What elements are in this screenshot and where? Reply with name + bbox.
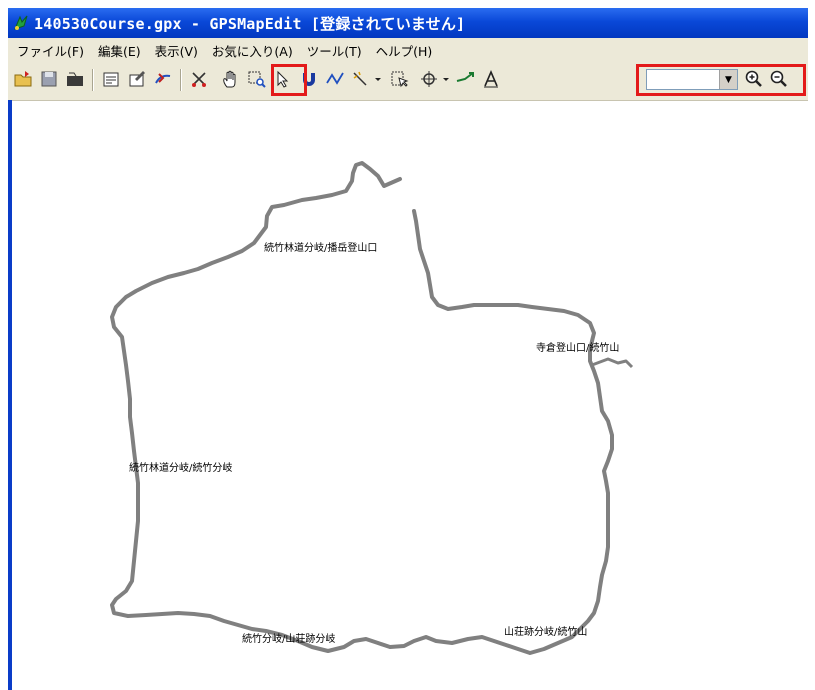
zoom-rect-icon[interactable] — [246, 68, 268, 90]
properties-icon[interactable] — [100, 68, 122, 90]
window-title: 140530Course.gpx - GPSMapEdit [登録されていません… — [34, 14, 466, 33]
map-label-bottom-right[interactable]: 山荘跡分岐/続竹山 — [504, 627, 587, 639]
toolbar-separator — [180, 69, 181, 91]
menu-edit[interactable]: 編集(E) — [93, 41, 146, 60]
gps-track-branch — [591, 357, 634, 369]
edit-props-icon[interactable] — [126, 68, 148, 90]
gps-track — [110, 161, 614, 655]
map-label-bottom-left[interactable]: 続竹分岐/山荘跡分岐 — [242, 634, 335, 646]
dropdown-icon[interactable] — [440, 68, 452, 90]
polyline-icon[interactable] — [324, 68, 346, 90]
map-canvas[interactable]: 続竹林道分岐/播岳登山口 寺倉登山口/続竹山 続竹林道分岐/続竹分岐 続竹分岐/… — [12, 101, 808, 690]
map-label-right-upper[interactable]: 寺倉登山口/続竹山 — [536, 343, 619, 355]
save-icon[interactable] — [38, 68, 60, 90]
map-label-top[interactable]: 続竹林道分岐/播岳登山口 — [264, 243, 377, 255]
menu-view[interactable]: 表示(V) — [150, 41, 203, 60]
menu-tools[interactable]: ツール(T) — [302, 41, 367, 60]
menu-file[interactable]: ファイル(F) — [12, 41, 89, 60]
text-icon[interactable] — [480, 68, 502, 90]
menu-favorites[interactable]: お気に入り(A) — [207, 41, 298, 60]
move-icon[interactable] — [454, 68, 476, 90]
menu-help[interactable]: ヘルプ(H) — [371, 41, 438, 60]
open-icon[interactable] — [12, 68, 34, 90]
select-area-icon[interactable] — [388, 68, 410, 90]
folder-icon[interactable] — [64, 68, 86, 90]
hand-pan-icon[interactable] — [220, 68, 242, 90]
hand-tool-highlight — [271, 64, 307, 96]
wand-icon[interactable] — [350, 68, 372, 90]
map-svg — [110, 161, 634, 655]
cut-icon[interactable] — [188, 68, 210, 90]
convert-icon[interactable] — [152, 68, 174, 90]
map-label-left[interactable]: 続竹林道分岐/続竹分岐 — [129, 463, 232, 475]
toolbar-separator — [92, 69, 93, 91]
toolbar: ▼ — [8, 62, 808, 101]
dropdown-icon[interactable] — [372, 68, 384, 90]
app-window: 140530Course.gpx - GPSMapEdit [登録されていません… — [8, 8, 808, 690]
title-bar[interactable]: 140530Course.gpx - GPSMapEdit [登録されていません… — [8, 8, 808, 38]
app-icon — [8, 14, 34, 32]
menu-bar: ファイル(F) 編集(E) 表示(V) お気に入り(A) ツール(T) ヘルプ(… — [8, 38, 808, 62]
crosshair-icon[interactable] — [418, 68, 440, 90]
zoom-controls-highlight — [636, 64, 806, 96]
